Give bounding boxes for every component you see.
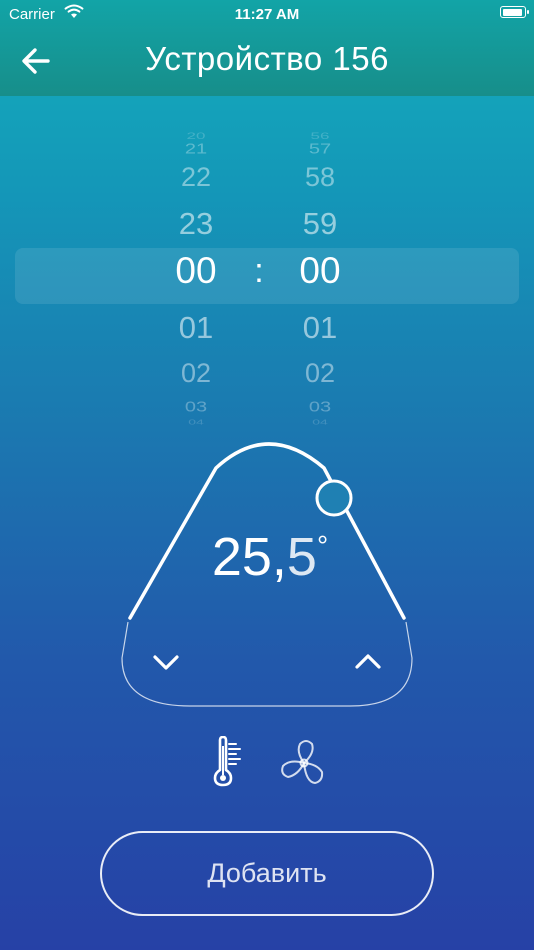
- hour-option[interactable]: 22: [136, 162, 256, 193]
- thermostat-dial[interactable]: 25,5°: [100, 430, 440, 720]
- hour-option[interactable]: 01: [136, 310, 256, 346]
- header-bar: Carrier 11:27 AM Устройство 156: [0, 0, 534, 96]
- thermometer-icon[interactable]: [212, 735, 244, 788]
- decrease-temperature-button[interactable]: [150, 648, 182, 676]
- increase-temperature-button[interactable]: [352, 648, 384, 676]
- status-time: 11:27 AM: [234, 6, 300, 23]
- temperature-decimal: 5: [286, 527, 317, 587]
- fan-icon[interactable]: [278, 738, 330, 788]
- minute-option[interactable]: 56: [260, 131, 380, 142]
- temperature-integer: 25,: [211, 527, 287, 587]
- time-picker[interactable]: 20 21 22 23 00 01 02 03 04 : 56 57 58 59…: [0, 120, 534, 430]
- minute-selected[interactable]: 00: [260, 250, 380, 292]
- hour-option[interactable]: 03: [136, 399, 256, 416]
- dial-handle[interactable]: [314, 478, 354, 518]
- minute-option[interactable]: 59: [260, 206, 380, 242]
- hour-option[interactable]: 04: [136, 418, 256, 426]
- page-title: Устройство 156: [145, 40, 389, 77]
- add-button[interactable]: Добавить: [100, 831, 434, 916]
- minute-option[interactable]: 04: [260, 418, 380, 426]
- hour-selected[interactable]: 00: [136, 250, 256, 292]
- minute-option[interactable]: 02: [260, 358, 380, 389]
- hour-option[interactable]: 23: [136, 206, 256, 242]
- chevron-up-icon: [355, 654, 381, 669]
- battery-icon: [500, 6, 529, 18]
- mode-selector: [0, 734, 534, 790]
- minute-option[interactable]: 03: [260, 399, 380, 416]
- degree-symbol: °: [316, 530, 329, 561]
- minute-option[interactable]: 01: [260, 310, 380, 346]
- hour-option[interactable]: 02: [136, 358, 256, 389]
- temperature-value: 25,5°: [100, 526, 440, 588]
- hour-option[interactable]: 21: [136, 141, 256, 158]
- minute-option[interactable]: 57: [260, 141, 380, 158]
- chevron-down-icon: [153, 655, 179, 670]
- minute-option[interactable]: 58: [260, 162, 380, 193]
- hour-option[interactable]: 20: [136, 131, 256, 142]
- status-bar: Carrier 11:27 AM: [0, 0, 534, 28]
